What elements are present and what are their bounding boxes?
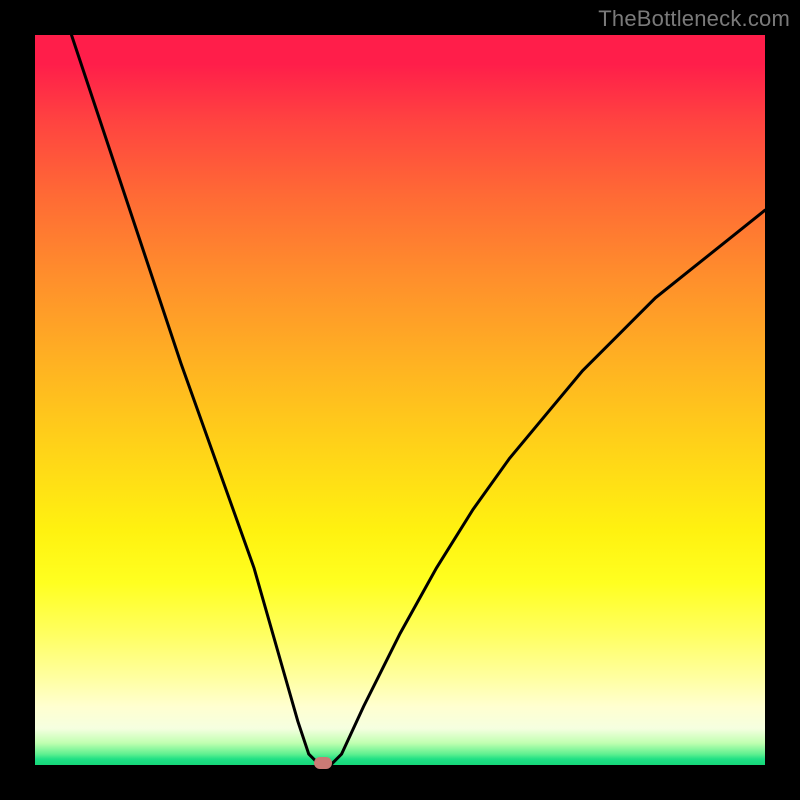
chart-frame: TheBottleneck.com xyxy=(0,0,800,800)
bottleneck-curve xyxy=(35,35,765,765)
optimal-point-marker xyxy=(314,757,332,769)
watermark-text: TheBottleneck.com xyxy=(598,6,790,32)
